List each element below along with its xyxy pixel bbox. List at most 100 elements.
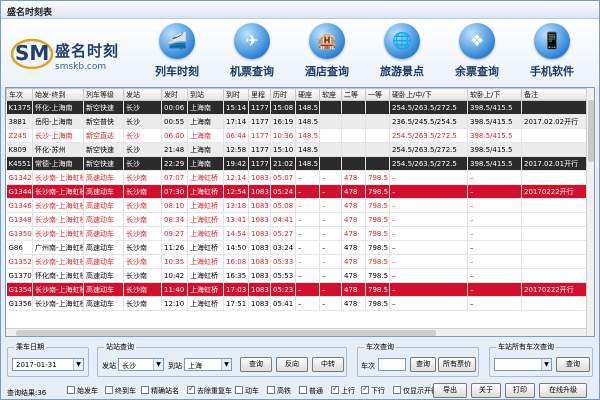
- column-header[interactable]: 发站: [123, 88, 162, 101]
- table-row[interactable]: Z245 长沙-上海南 新空直达 长沙 06:00 上海南 06:44 1177 10:36 14…: [6, 128, 589, 143]
- chevron-down-icon[interactable]: ▼: [541, 359, 551, 370]
- table-row[interactable]: G1350 长沙南-上海虹桥 高速动车 长沙南 09:27 上海虹桥 14:54 1083 05…: [6, 226, 589, 241]
- table-row[interactable]: K1375 怀化-上海南 新空快速 长沙 00:06 上海南 15:14 1177 15:08 1…: [6, 100, 589, 115]
- filter-checkbox[interactable]: 仅显示开行: [393, 386, 438, 396]
- filter-checkbox[interactable]: 动车: [235, 386, 259, 396]
- column-header[interactable]: 到站: [187, 88, 224, 101]
- table-cell: 1083: [248, 212, 271, 227]
- column-header[interactable]: 一等: [365, 88, 390, 101]
- table-row[interactable]: G1342 长沙南-上海虹桥 高速动车 长沙南 07:07 上海虹桥 12:14 1083 05…: [6, 170, 589, 185]
- column-header[interactable]: 始发-终到: [32, 88, 84, 101]
- chevron-down-icon[interactable]: ▼: [153, 359, 163, 370]
- online-upgrade-button[interactable]: 在线升级: [539, 383, 587, 398]
- nav-button-2[interactable]: 🏨 酒店查询: [291, 23, 363, 83]
- column-header[interactable]: 备注: [521, 88, 589, 101]
- column-header[interactable]: 二等: [341, 88, 366, 101]
- column-header[interactable]: 硬座: [295, 88, 320, 101]
- filter-checkbox[interactable]: 始发车: [67, 386, 98, 396]
- table-row[interactable]: G1356 长沙南-上海虹桥 高速动车 长沙南 12:10 上海虹桥 17:51 1083 05…: [6, 296, 589, 311]
- logo: SM 盛名时刻 smskb.com: [11, 27, 139, 79]
- train-query-button[interactable]: 查询: [410, 357, 436, 372]
- filter-checkbox[interactable]: 普通: [299, 386, 323, 396]
- column-header[interactable]: 车次: [6, 88, 33, 101]
- station-all-title: 车站所有车次查询: [496, 342, 556, 352]
- checkbox-box[interactable]: [187, 384, 195, 394]
- table-cell: [521, 268, 589, 283]
- table-row[interactable]: G1370 怀化南-上海虹桥 高速动车 长沙南 10:42 上海虹桥 16:35 1083 05…: [6, 268, 589, 283]
- table-cell: 148.5: [295, 156, 320, 171]
- station-query-button[interactable]: 查询: [240, 357, 272, 372]
- timetable[interactable]: 车次 始发-终到 列车等级 发站 发时 到站 到时 里程 历时 硬座 软座 二等 一等 硬卧上/中/下 软卧…: [5, 87, 595, 337]
- table-cell: 长沙南: [123, 296, 162, 311]
- nav-button-5[interactable]: 📱 手机软件: [516, 23, 588, 83]
- table-row[interactable]: K809 怀化-苏州 新空快速 长沙 21:48 上海南 12:58 1177 15:10 148…: [6, 142, 589, 157]
- horizontal-scrollbar[interactable]: [6, 328, 586, 336]
- table-row[interactable]: G1344 长沙南-上海虹桥 高速动车 长沙南 07:30 上海虹桥 12:54 1083 05…: [6, 184, 589, 199]
- transfer-button[interactable]: 中转: [312, 357, 344, 372]
- checkbox-box[interactable]: [105, 386, 113, 394]
- table-cell: 长沙南-上海虹桥: [32, 226, 84, 241]
- table-cell: –: [389, 268, 468, 283]
- table-cell: 798.5: [365, 240, 390, 255]
- chevron-down-icon[interactable]: ▼: [73, 359, 83, 370]
- table-cell: 798.5: [365, 268, 390, 283]
- filter-checkbox[interactable]: 去除重复车: [187, 384, 232, 396]
- chevron-down-icon[interactable]: ▼: [221, 359, 231, 370]
- checkbox-box[interactable]: [331, 384, 339, 394]
- column-header[interactable]: 发时: [161, 88, 188, 101]
- filter-checkbox[interactable]: 高铁: [267, 386, 291, 396]
- nav-button-3[interactable]: 🌐 旅游景点: [366, 23, 438, 83]
- station-all-query-button[interactable]: 查询: [556, 357, 590, 372]
- hotel-icon: 🏨: [309, 23, 345, 59]
- train-number-input[interactable]: [378, 358, 406, 371]
- nav-button-1[interactable]: ✈ 机票查询: [216, 23, 288, 83]
- column-header[interactable]: 软座: [319, 88, 342, 101]
- nav-button-0[interactable]: 🚄 列车时刻: [141, 23, 213, 83]
- all-prices-button[interactable]: 所有票价: [438, 357, 476, 372]
- vertical-scrollbar[interactable]: [586, 88, 594, 336]
- table-cell: 06:00: [161, 128, 188, 143]
- checkbox-box[interactable]: [235, 386, 243, 394]
- checkbox-box[interactable]: [267, 386, 275, 394]
- filter-checkbox[interactable]: 精确站名: [141, 386, 179, 396]
- export-button[interactable]: 导出: [433, 383, 467, 398]
- date-picker[interactable]: 2017-01-31 ▼: [12, 358, 84, 371]
- filter-checkbox[interactable]: 终到车: [105, 386, 136, 396]
- table-row[interactable]: G1346 长沙南-上海虹桥 高速动车 长沙南 08:10 上海虹桥 13:18 1083 05…: [6, 198, 589, 213]
- checkbox-box[interactable]: [393, 386, 401, 394]
- table-cell: [521, 142, 589, 157]
- column-header[interactable]: 里程: [248, 88, 271, 101]
- table-row[interactable]: G1348 长沙南-上海虹桥 高速动车 长沙南 08:34 上海虹桥 13:41 1083 04…: [6, 212, 589, 227]
- about-button[interactable]: 关于: [471, 383, 501, 398]
- to-label: 到站: [168, 362, 182, 370]
- column-header[interactable]: 软卧上/下: [467, 88, 522, 101]
- table-row[interactable]: K4551 常德-上海南 新空快速 长沙 22:29 上海南 19:42 1177 21:02 1…: [6, 156, 589, 171]
- checkbox-label: 下行: [371, 387, 385, 395]
- nav-button-4[interactable]: ❖ 余票查询: [441, 23, 513, 83]
- column-header[interactable]: 历时: [270, 88, 296, 101]
- filter-checkbox[interactable]: 上行: [331, 384, 355, 396]
- table-row[interactable]: G86 广州南-上海虹桥 高速动车 长沙南 11:26 上海虹桥 14:50 1083 03:2…: [6, 240, 589, 255]
- to-station-select[interactable]: 上海 ▼: [184, 358, 232, 371]
- column-header[interactable]: 到时: [223, 88, 249, 101]
- table-cell: 长沙: [123, 100, 162, 115]
- column-header[interactable]: 硬卧上/中/下: [389, 88, 468, 101]
- table-cell: 长沙南-上海虹桥: [32, 282, 84, 297]
- checkbox-box[interactable]: [299, 386, 307, 394]
- table-cell: –: [467, 254, 522, 269]
- table-cell: G1352: [6, 254, 33, 269]
- from-station-select[interactable]: 长沙 ▼: [118, 358, 164, 371]
- column-header[interactable]: 列车等级: [83, 88, 124, 101]
- table-row[interactable]: G1352 长沙南-上海虹桥 高速动车 长沙南 10:35 上海虹桥 16:08 1083 05…: [6, 254, 589, 269]
- table-row[interactable]: 3881 岳阳-上海南 新空普快 长沙 00:55 上海南 17:14 1177 16:19 14…: [6, 114, 589, 129]
- table-cell: –: [319, 268, 342, 283]
- table-cell: 长沙南-上海虹桥: [32, 184, 84, 199]
- checkbox-box[interactable]: [141, 386, 149, 394]
- filter-checkbox[interactable]: 下行: [361, 384, 385, 396]
- reverse-button[interactable]: 反向: [276, 357, 308, 372]
- print-button[interactable]: 打印: [505, 383, 535, 398]
- checkbox-box[interactable]: [67, 386, 75, 394]
- checkbox-box[interactable]: [361, 384, 369, 394]
- station-all-select[interactable]: ▼: [494, 358, 552, 371]
- table-row[interactable]: G1354 长沙南-上海虹桥 高速动车 长沙南 11:40 上海虹桥 17:03 1083 05…: [6, 282, 589, 297]
